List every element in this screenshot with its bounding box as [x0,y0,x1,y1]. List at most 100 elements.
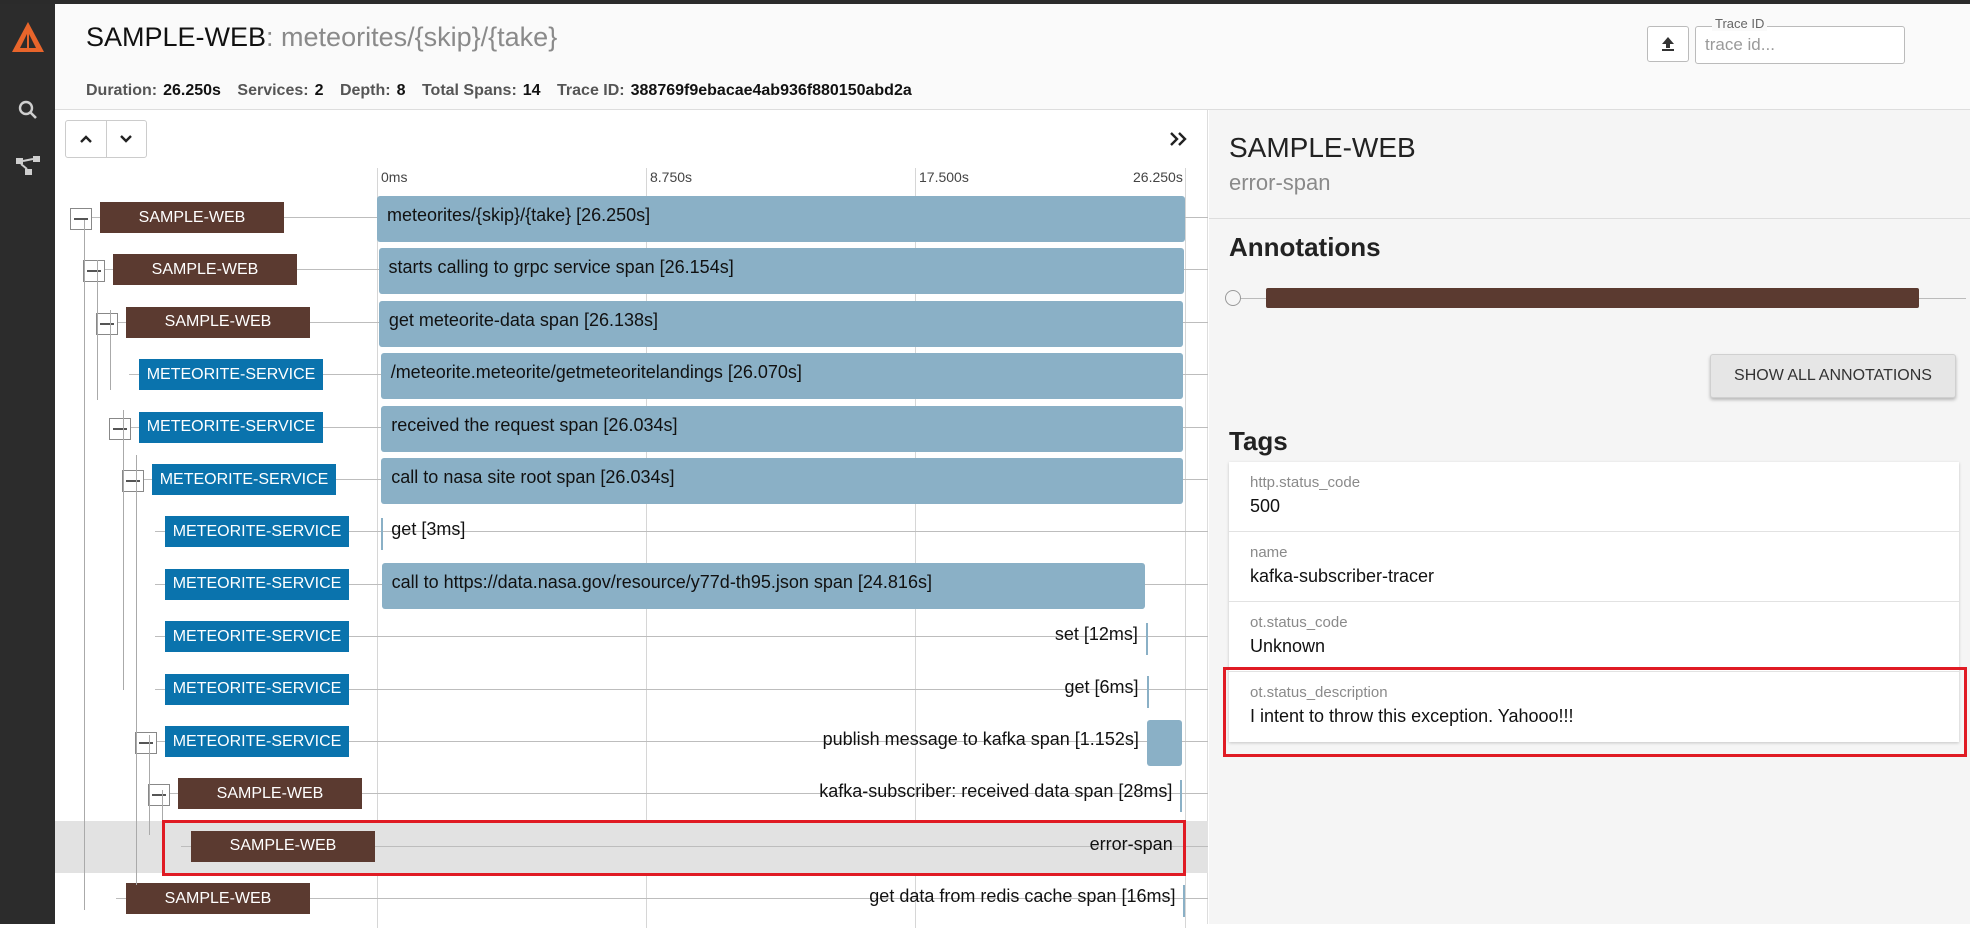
annotations-heading: Annotations [1229,232,1381,262]
dependencies-icon[interactable] [0,148,55,184]
span-label: get [6ms] [1064,676,1139,697]
search-icon[interactable] [0,92,55,128]
span-label: /meteorite.meteorite/getmeteoritelanding… [390,362,802,383]
title-service: SAMPLE-WEB [86,22,267,52]
trace-id-input[interactable] [1703,32,1898,58]
selected-span-highlight-box [162,820,1186,876]
annotation-marker[interactable] [1225,290,1241,306]
detail-span-name: error-span [1229,170,1331,195]
prev-span-button[interactable] [66,121,106,157]
span-label: publish message to kafka span [1.152s] [822,729,1139,749]
detail-service-name: SAMPLE-WEB [1229,132,1416,163]
service-badge[interactable]: METEORITE-SERVICE [165,516,349,548]
tree-guide-line [149,735,150,835]
tree-guide-line [97,260,98,400]
span-label: received the request span [26.034s] [391,414,678,435]
trace-stats: Duration: 26.250s Services: 2 Depth: 8 Tota… [86,82,924,100]
service-badge[interactable]: SAMPLE-WEB [126,883,310,915]
upload-icon [1662,37,1674,51]
service-badge[interactable]: SAMPLE-WEB [113,254,297,286]
collapse-toggle[interactable] [122,470,144,492]
tag-item: http.status_code 500 [1229,462,1959,532]
tag-value: 500 [1250,496,1281,516]
span-row[interactable]: SAMPLE-WEB meteorites/{skip}/{take} [26.2… [55,192,1208,244]
span-row[interactable]: METEORITE-SERVICE get [3ms] [55,506,1208,558]
tag-key: name [1250,544,1288,561]
span-bar[interactable] [1146,675,1149,708]
span-row[interactable]: METEORITE-SERVICE call to nasa site root … [55,454,1208,506]
span-row[interactable]: SAMPLE-WEB kafka-subscriber: received dat… [55,768,1208,820]
services-value: 2 [314,82,324,99]
span-bar[interactable] [1146,720,1183,766]
duration-label: Duration: [86,82,158,99]
chevron-down-icon [120,135,133,143]
collapse-toggle[interactable] [148,784,170,807]
time-tick-label: 26.250s [1133,169,1183,185]
tree-guide-line [84,220,85,910]
service-badge[interactable]: METEORITE-SERVICE [165,726,349,757]
span-bar[interactable] [1145,623,1148,656]
span-bar[interactable] [1180,780,1183,813]
duration-value: 26.250s [163,82,221,99]
span-label: kafka-subscriber: received data span [28… [819,781,1173,802]
service-badge[interactable]: SAMPLE-WEB [126,306,310,338]
service-badge[interactable]: METEORITE-SERVICE [165,621,349,653]
collapse-toggle[interactable] [96,312,118,335]
span-bar[interactable] [1183,885,1186,918]
span-row[interactable]: METEORITE-SERVICE get [6ms] [55,664,1208,716]
collapse-toggle[interactable] [70,208,92,230]
title-operation: : meteorites/{skip}/{take} [266,22,558,52]
upload-trace-button[interactable] [1647,26,1689,62]
trace-id-field-label: Trace ID [1712,16,1768,31]
span-row[interactable]: METEORITE-SERVICE/meteorite.meteorite/ge… [55,349,1208,401]
trace-id-value: 388769f9ebacae4ab936f880150abd2a [630,82,912,99]
tree-guide-line [136,455,137,885]
depth-label: Depth: [339,82,391,99]
collapse-detail-button[interactable] [1163,126,1193,152]
span-row[interactable]: METEORITE-SERVICE call to https://data.na… [55,559,1208,611]
span-label: call to nasa site root span [26.034s] [391,467,675,487]
tag-key: http.status_code [1250,474,1361,491]
tree-guide-line [123,410,124,690]
span-label: get [3ms] [391,519,466,540]
collapse-toggle[interactable] [109,417,131,440]
span-row[interactable]: SAMPLE-WEB starts calling to grpc service… [55,244,1208,296]
service-badge[interactable]: METEORITE-SERVICE [165,568,349,600]
next-span-button[interactable] [105,121,146,157]
span-row[interactable]: METEORITE-SERVICE publish message to kafk… [55,716,1208,768]
logo-icon[interactable] [0,18,55,58]
service-badge[interactable]: METEORITE-SERVICE [139,411,323,443]
tag-highlight-box [1223,667,1967,757]
collapse-toggle[interactable] [83,260,105,283]
trace-id-label: Trace ID: [557,82,625,99]
span-row[interactable]: SAMPLE-WEB get meteorite-data span [26.13… [55,297,1208,349]
service-badge[interactable]: SAMPLE-WEB [100,202,284,233]
tag-key: ot.status_code [1250,614,1348,631]
tag-item: ot.status_code Unknown [1229,602,1959,672]
span-label: meteorites/{skip}/{take} [26.250s] [387,205,651,225]
span-nav-buttons [65,120,147,158]
collapse-toggle[interactable] [135,732,157,754]
tags-heading: Tags [1229,426,1288,456]
left-nav [0,4,55,924]
service-badge[interactable]: METEORITE-SERVICE [165,673,349,705]
service-badge[interactable]: METEORITE-SERVICE [152,464,336,495]
span-label: get meteorite-data span [26.138s] [388,309,659,330]
span-label: set [12ms] [1054,624,1138,645]
time-tick-label: 8.750s [650,169,693,185]
span-row[interactable]: METEORITE-SERVICE set [12ms] [55,611,1208,663]
service-badge[interactable]: SAMPLE-WEB [178,778,362,810]
span-row[interactable]: METEORITE-SERVICE received the request sp… [55,402,1208,454]
annotation-span-bar [1266,288,1919,308]
span-timeline: 0ms 8.750s 17.500s 26.250s SAMPLE-WEB meteor… [55,110,1208,928]
tag-value: kafka-subscriber-tracer [1250,566,1435,586]
time-tick-label: 17.500s [919,169,969,185]
tag-value: Unknown [1250,636,1326,656]
chevron-up-icon [80,135,92,143]
span-detail-panel: SAMPLE-WEB error-span Annotations SHOW A… [1209,110,1970,924]
service-badge[interactable]: METEORITE-SERVICE [139,359,323,391]
trace-header: SAMPLE-WEB: meteorites/{skip}/{take} Dur… [55,4,1970,110]
show-all-annotations-button[interactable]: SHOW ALL ANNOTATIONS [1710,354,1956,398]
span-row[interactable]: SAMPLE-WEB get data from redis cache span… [55,873,1208,925]
span-bar[interactable] [381,518,384,551]
